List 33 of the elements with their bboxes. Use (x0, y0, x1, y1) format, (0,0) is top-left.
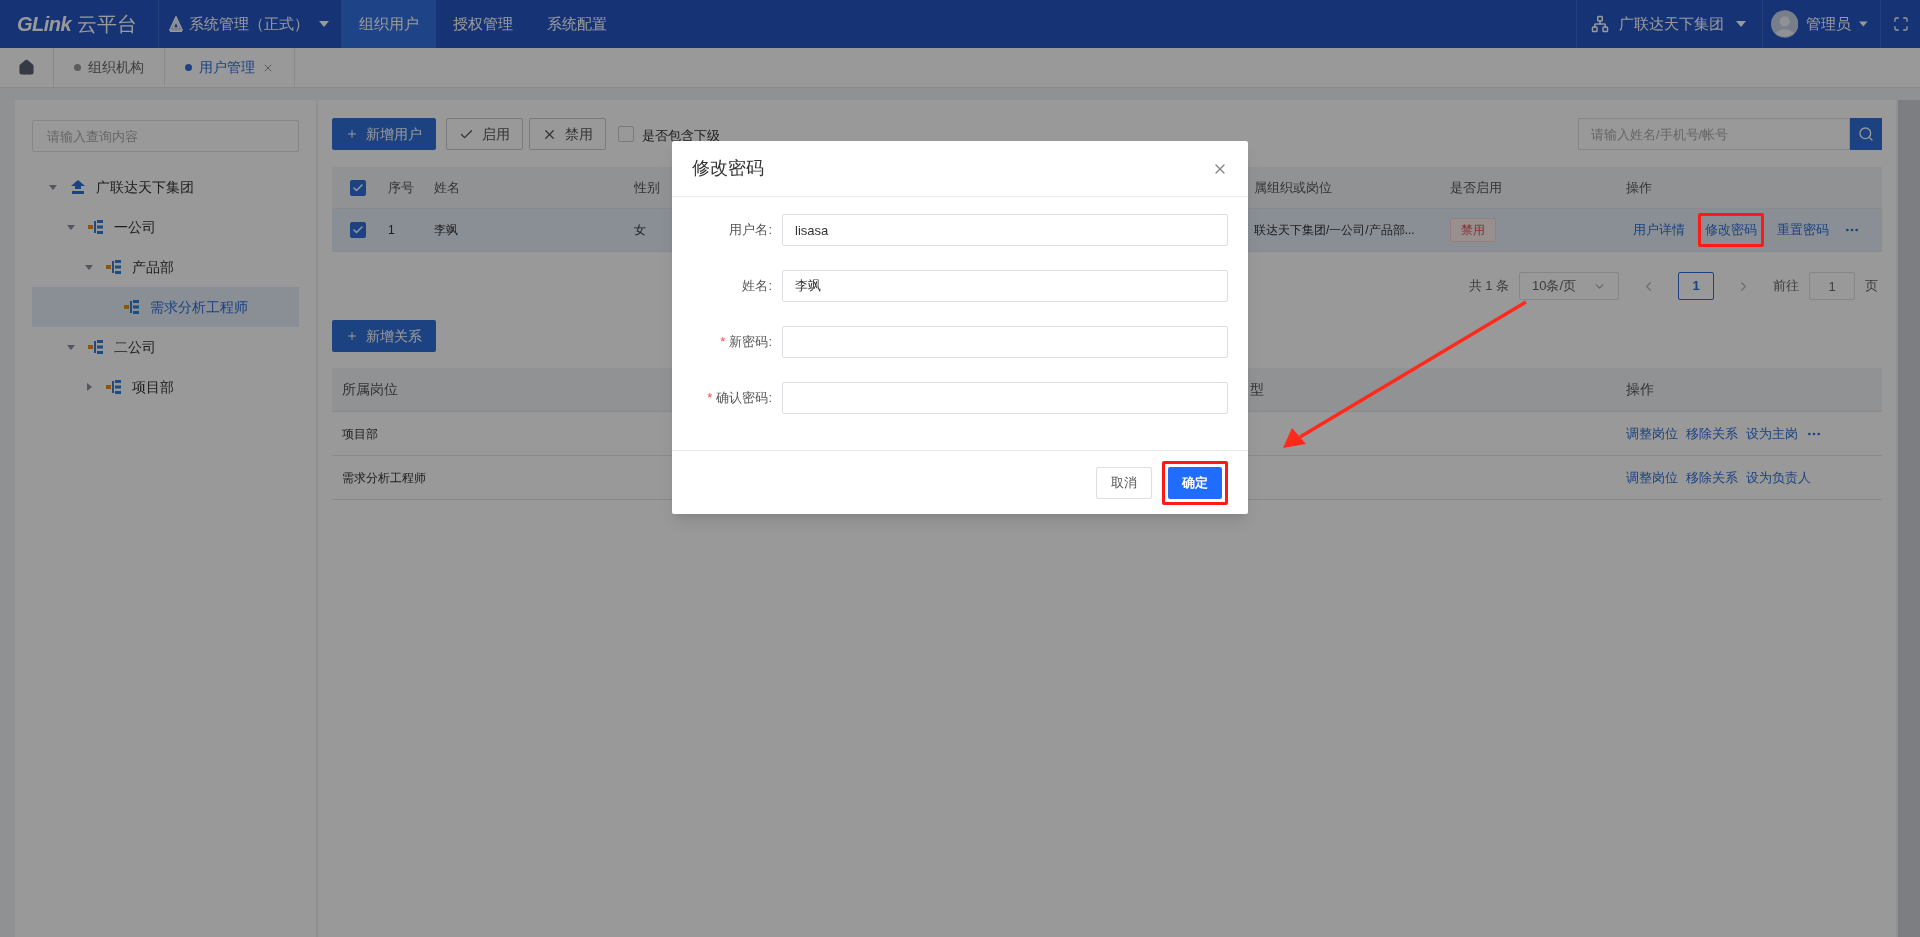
tree-item-label: 二公司 (114, 337, 156, 357)
checkbox-label: 是否包含下级 (642, 128, 720, 143)
column-header: 型 (1250, 381, 1264, 397)
column-header: 操作 (1626, 381, 1654, 397)
table-cell: 女 (634, 223, 646, 237)
goto-label: 前往 (1773, 277, 1799, 296)
column-header: 性别 (634, 179, 660, 195)
total-count: 共 1 条 (1468, 277, 1509, 296)
column-header: 姓名 (434, 179, 460, 195)
tree-item-label: 一公司 (114, 217, 156, 237)
column-header: 序号 (388, 179, 414, 195)
column-header: 属组织或岗位 (1254, 179, 1332, 195)
column-header: 所属岗位 (342, 381, 398, 397)
table-cell: 联达天下集团/一公司/产品部... (1254, 223, 1415, 237)
tree-item-label: 产品部 (132, 257, 174, 277)
table-cell: 李飒 (434, 223, 458, 237)
table-cell: 需求分析工程师 (342, 470, 426, 485)
status-tag: 禁用 (1450, 218, 1496, 242)
field-label: 用户名: (729, 221, 772, 240)
column-header: 操作 (1626, 179, 1652, 195)
field-label: 新密码: (729, 333, 772, 352)
tree-item-label: 项目部 (132, 377, 174, 397)
tree-item-label: 需求分析工程师 (150, 297, 248, 317)
table-cell: 1 (388, 223, 395, 237)
field-label: 确认密码: (716, 389, 772, 408)
field-label: 姓名: (742, 277, 772, 296)
required-mark: * (720, 333, 726, 352)
required-mark: * (707, 389, 713, 408)
column-header: 是否启用 (1450, 179, 1502, 195)
page-suffix: 页 (1865, 277, 1878, 296)
dialog-title: 修改密码 (692, 157, 764, 180)
table-cell: 项目部 (342, 426, 378, 441)
tree-item-label: 广联达天下集团 (96, 177, 194, 197)
